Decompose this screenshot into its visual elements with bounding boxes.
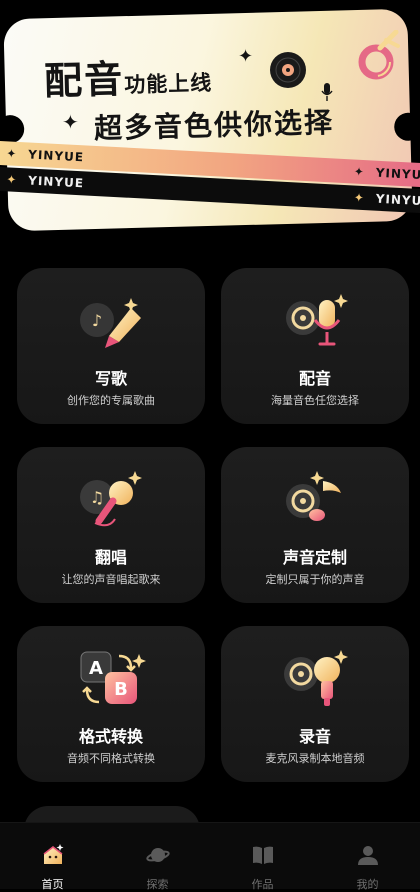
music-karaoke-mic-icon: ♫ bbox=[80, 471, 142, 527]
music-pen-icon: ♪ bbox=[80, 298, 141, 348]
disc-microphone-icon bbox=[286, 294, 348, 346]
tab-mine[interactable]: 我的 bbox=[315, 823, 420, 891]
svg-text:♪: ♪ bbox=[92, 311, 102, 330]
home-icon bbox=[43, 844, 63, 864]
ticket-notch-right bbox=[393, 112, 420, 142]
feature-card-dubbing[interactable]: 配音 海量音色任您选择 bbox=[221, 268, 409, 424]
stripe-text: YINYUE bbox=[375, 191, 420, 209]
banner-title-small: 功能上线 bbox=[123, 70, 213, 98]
stripe-text: YINYUE bbox=[27, 173, 85, 191]
feature-title: 声音定制 bbox=[282, 548, 347, 567]
sparkle-icon: ✦ bbox=[62, 110, 79, 134]
stripe-text: YINYUE bbox=[375, 165, 420, 183]
sparkle-icon: ✦ bbox=[5, 146, 18, 161]
feature-title: 格式转换 bbox=[78, 727, 143, 746]
feature-desc: 定制只属于你的声音 bbox=[265, 573, 365, 586]
tab-home[interactable]: 首页 bbox=[0, 823, 105, 891]
book-icon bbox=[252, 846, 273, 864]
profile-icon bbox=[357, 846, 378, 865]
planet-icon bbox=[145, 848, 170, 862]
feature-desc: 让您的声音唱起歌来 bbox=[61, 573, 161, 586]
sparkle-icon: ✦ bbox=[238, 46, 254, 67]
format-convert-ab-icon: A B bbox=[80, 651, 146, 704]
tab-explore[interactable]: 探索 bbox=[105, 823, 210, 891]
banner-title-big: 配音 bbox=[43, 57, 125, 104]
feature-card-recording[interactable]: 录音 麦克风录制本地音频 bbox=[221, 626, 409, 782]
tab-works[interactable]: 作品 bbox=[210, 823, 315, 891]
stripe-text: YINYUE bbox=[27, 147, 85, 165]
feature-desc: 海量音色任您选择 bbox=[271, 394, 359, 407]
feature-desc: 音频不同格式转换 bbox=[67, 752, 155, 765]
tab-label: 作品 bbox=[251, 878, 274, 891]
vinyl-disc-icon bbox=[270, 52, 306, 88]
feature-card-voice-custom[interactable]: 声音定制 定制只属于你的声音 bbox=[221, 447, 409, 603]
feature-card-write-song[interactable]: ♪ 写歌 创作您的专属歌曲 bbox=[17, 268, 205, 424]
svg-text:♫: ♫ bbox=[90, 488, 104, 507]
disc-music-note-icon bbox=[286, 471, 341, 521]
feature-desc: 创作您的专属歌曲 bbox=[67, 394, 155, 407]
feature-title: 录音 bbox=[298, 727, 331, 746]
banner-title: 配音功能上线 bbox=[43, 46, 213, 105]
banner-subtitle: 超多音色供你选择 bbox=[93, 105, 335, 146]
feature-title: 配音 bbox=[298, 369, 331, 388]
bottom-tab-bar: 首页 探索 作品 我的 bbox=[0, 822, 420, 891]
ticket-notch-left bbox=[0, 114, 25, 144]
svg-text:A: A bbox=[89, 658, 103, 679]
tab-label: 首页 bbox=[41, 878, 64, 891]
sparkle-icon: ✦ bbox=[353, 164, 366, 180]
feature-card-format-convert[interactable]: A B 格式转换 音频不同格式转换 bbox=[17, 626, 205, 782]
svg-text:B: B bbox=[114, 679, 128, 700]
promo-banner[interactable]: 配音功能上线 ✦ ✦ 超多音色供你选择 ✦ YINYUE ✦ YINYUE ✦ … bbox=[0, 0, 420, 250]
tab-label: 探索 bbox=[146, 878, 169, 891]
sparkle-icon: ✦ bbox=[353, 190, 366, 206]
sparkle-icon: ✦ bbox=[5, 172, 18, 187]
ring-tag-icon bbox=[358, 30, 400, 80]
feature-title: 翻唱 bbox=[94, 548, 127, 567]
disc-recorder-mic-icon bbox=[284, 650, 348, 706]
feature-desc: 麦克风录制本地音频 bbox=[265, 752, 365, 765]
microphone-icon bbox=[321, 83, 333, 101]
tab-label: 我的 bbox=[356, 878, 379, 891]
feature-title: 写歌 bbox=[94, 369, 127, 388]
feature-card-cover-song[interactable]: ♫ 翻唱 让您的声音唱起歌来 bbox=[17, 447, 205, 603]
